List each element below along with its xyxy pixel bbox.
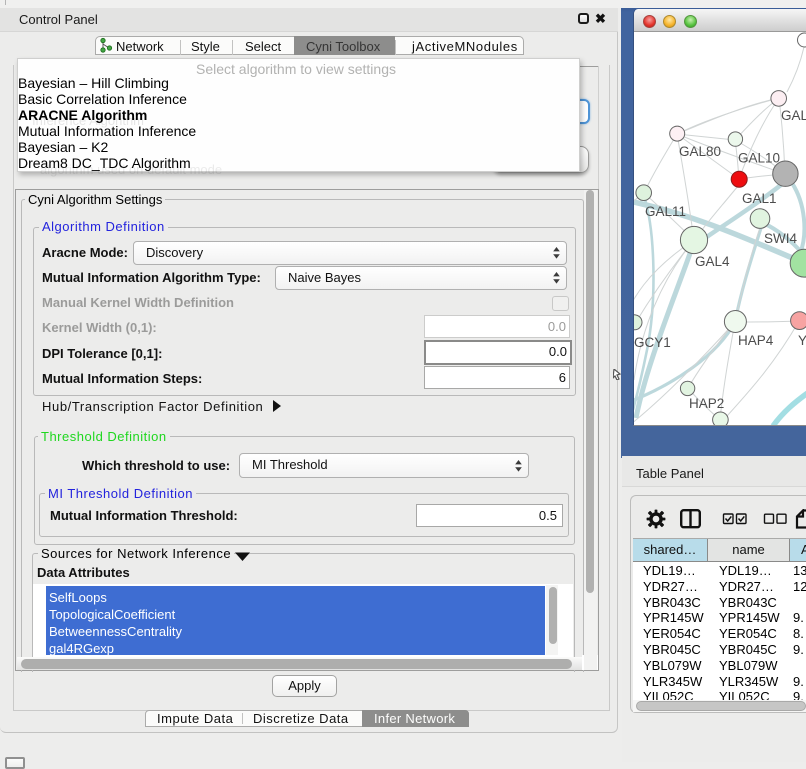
svg-text:Y: Y (798, 333, 806, 348)
svg-text:GCY1: GCY1 (634, 335, 671, 350)
svg-text:GAL7: GAL7 (781, 108, 806, 123)
svg-text:GAL1: GAL1 (742, 191, 777, 206)
svg-text:GAL10: GAL10 (738, 151, 780, 166)
svg-text:HAP2: HAP2 (689, 396, 724, 411)
svg-text:GAL11: GAL11 (645, 204, 686, 219)
svg-text:GAL80: GAL80 (679, 144, 721, 159)
svg-text:HAP4: HAP4 (738, 333, 774, 348)
svg-text:SWI4: SWI4 (764, 231, 797, 246)
svg-text:GAL4: GAL4 (695, 254, 730, 269)
